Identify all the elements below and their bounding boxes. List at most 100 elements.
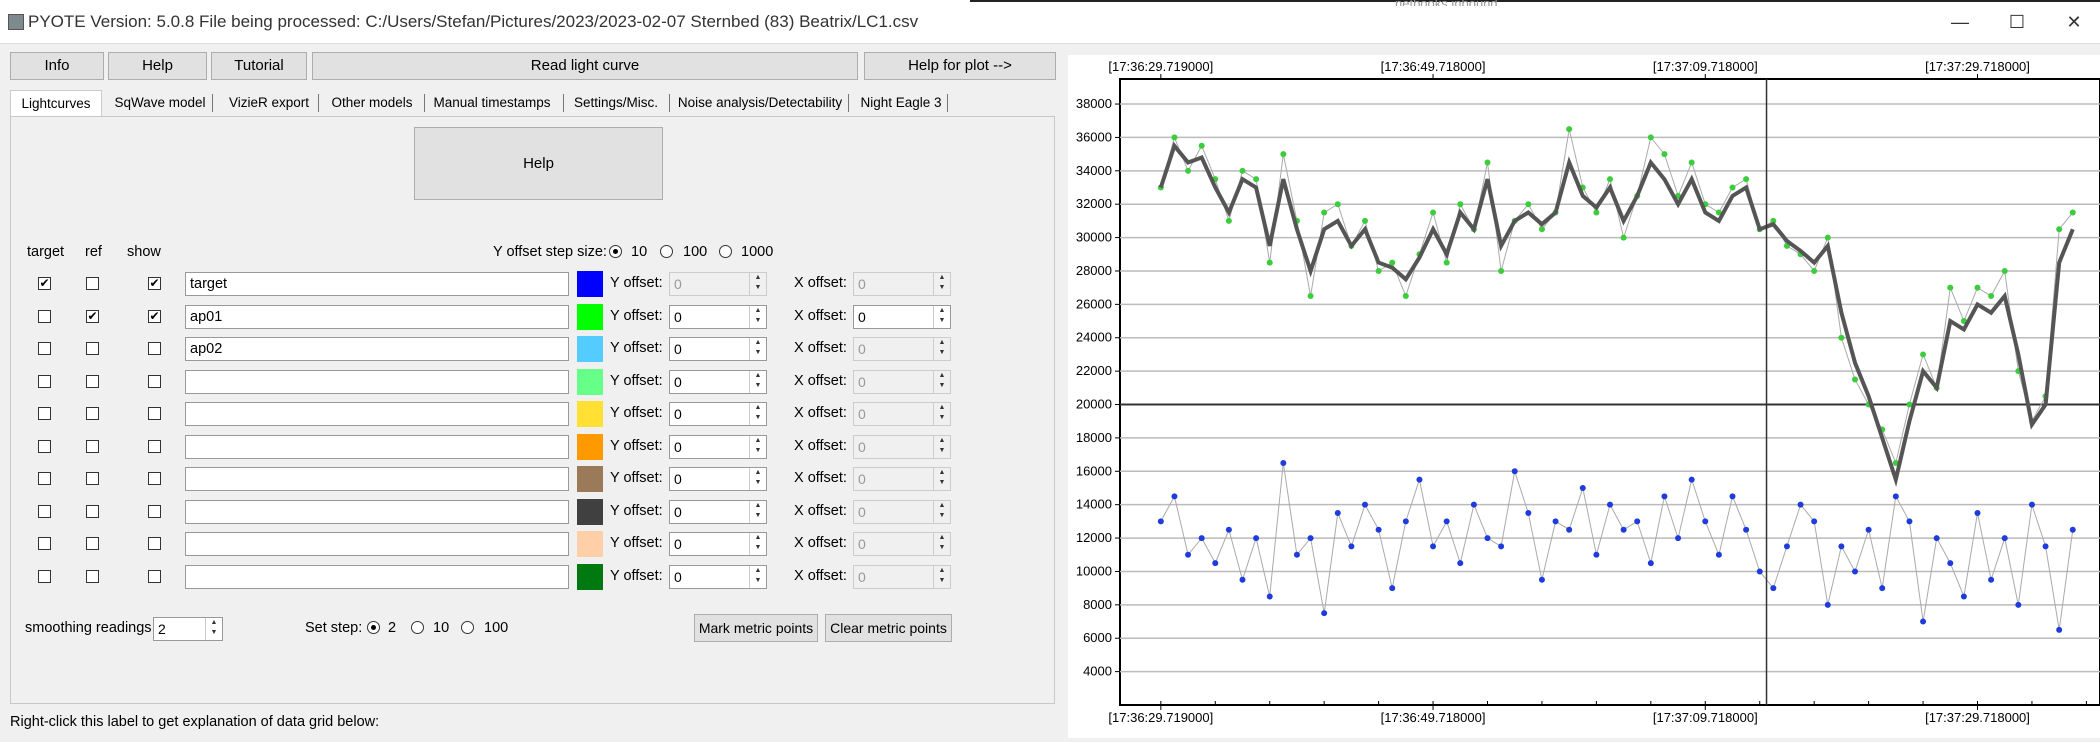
y-offset-spinbox[interactable]: 0 ▲ ▼ (669, 272, 767, 296)
spin-arrows-icon[interactable]: ▲ ▼ (933, 403, 950, 425)
y-offset-spinbox[interactable]: 0 ▲ ▼ (669, 435, 767, 459)
x-offset-spinbox[interactable]: 0 ▲ ▼ (853, 532, 951, 556)
curve-name-field[interactable] (185, 500, 569, 524)
x-offset-spinbox[interactable]: 0 ▲ ▼ (853, 305, 951, 329)
target-checkbox[interactable]: ✔ (38, 277, 51, 290)
spin-arrows-icon[interactable]: ▲ ▼ (933, 306, 950, 328)
show-checkbox[interactable]: ✔ (148, 277, 161, 290)
set-step-radio-100[interactable] (461, 621, 474, 634)
ref-checkbox[interactable] (86, 342, 99, 355)
ref-checkbox[interactable] (86, 505, 99, 518)
set-step-radio-10[interactable] (411, 621, 424, 634)
target-checkbox[interactable] (38, 505, 51, 518)
show-checkbox[interactable] (148, 570, 161, 583)
x-offset-spinbox[interactable]: 0 ▲ ▼ (853, 370, 951, 394)
target-checkbox[interactable] (38, 407, 51, 420)
spin-arrows-icon[interactable]: ▲ ▼ (933, 566, 950, 588)
spin-arrows-icon[interactable]: ▲ ▼ (749, 338, 766, 360)
read-light-curve-button[interactable]: Read light curve (312, 52, 858, 80)
target-checkbox[interactable] (38, 570, 51, 583)
spin-arrows-icon[interactable]: ▲ ▼ (749, 436, 766, 458)
close-button[interactable]: ✕ (2049, 8, 2099, 36)
spin-arrows-icon[interactable]: ▲ ▼ (749, 371, 766, 393)
curve-color-swatch[interactable] (577, 401, 603, 427)
light-curve-plot[interactable]: 4000 6000 8000 10000 12000 14000 16000 18000 200… (1068, 55, 2100, 738)
tab-sqwave-model[interactable]: SqWave model (108, 90, 212, 116)
x-offset-spinbox[interactable]: 0 ▲ ▼ (853, 467, 951, 491)
curve-name-field[interactable]: ap01 (185, 305, 569, 329)
show-checkbox[interactable] (148, 375, 161, 388)
tab-night-eagle-3[interactable]: Night Eagle 3 (856, 90, 946, 116)
show-checkbox[interactable]: ✔ (148, 310, 161, 323)
ref-checkbox[interactable] (86, 407, 99, 420)
tab-other-models[interactable]: Other models (326, 90, 418, 116)
curve-name-field[interactable] (185, 370, 569, 394)
x-offset-spinbox[interactable]: 0 ▲ ▼ (853, 500, 951, 524)
help-button[interactable]: Help (108, 52, 207, 80)
x-offset-spinbox[interactable]: 0 ▲ ▼ (853, 402, 951, 426)
ref-checkbox[interactable] (86, 277, 99, 290)
y-offset-spinbox[interactable]: 0 ▲ ▼ (669, 370, 767, 394)
spin-arrows-icon[interactable]: ▲ ▼ (205, 618, 222, 640)
show-checkbox[interactable] (148, 342, 161, 355)
curve-color-swatch[interactable] (577, 336, 603, 362)
curve-name-field[interactable] (185, 435, 569, 459)
spin-arrows-icon[interactable]: ▲ ▼ (933, 468, 950, 490)
x-offset-spinbox[interactable]: 0 ▲ ▼ (853, 435, 951, 459)
y-offset-spinbox[interactable]: 0 ▲ ▼ (669, 565, 767, 589)
ref-checkbox[interactable] (86, 570, 99, 583)
tab-lightcurves[interactable]: Lightcurves (10, 90, 102, 117)
curve-name-field[interactable] (185, 532, 569, 556)
help-for-plot-button[interactable]: Help for plot --> (864, 52, 1056, 80)
curve-color-swatch[interactable] (577, 434, 603, 460)
curve-color-swatch[interactable] (577, 531, 603, 557)
target-checkbox[interactable] (38, 440, 51, 453)
y-offset-spinbox[interactable]: 0 ▲ ▼ (669, 402, 767, 426)
ref-checkbox[interactable] (86, 375, 99, 388)
info-button[interactable]: Info (10, 52, 104, 80)
spin-arrows-icon[interactable]: ▲ ▼ (933, 371, 950, 393)
spin-arrows-icon[interactable]: ▲ ▼ (749, 306, 766, 328)
tab-noise-analysis[interactable]: Noise analysis/Detectability (676, 90, 844, 116)
data-grid-explanation-label[interactable]: Right-click this label to get explanatio… (10, 714, 379, 730)
curve-color-swatch[interactable] (577, 466, 603, 492)
curve-color-swatch[interactable] (577, 304, 603, 330)
y-offset-spinbox[interactable]: 0 ▲ ▼ (669, 500, 767, 524)
set-step-radio-2[interactable] (367, 621, 380, 634)
minimize-button[interactable]: — (1935, 8, 1985, 36)
curve-color-swatch[interactable] (577, 499, 603, 525)
curve-name-field[interactable] (185, 402, 569, 426)
target-checkbox[interactable] (38, 472, 51, 485)
curve-name-field[interactable]: ap02 (185, 337, 569, 361)
ref-checkbox[interactable] (86, 537, 99, 550)
y-step-radio-100[interactable] (660, 245, 673, 258)
x-offset-spinbox[interactable]: 0 ▲ ▼ (853, 272, 951, 296)
spin-arrows-icon[interactable]: ▲ ▼ (933, 273, 950, 295)
x-offset-spinbox[interactable]: 0 ▲ ▼ (853, 337, 951, 361)
panel-help-button[interactable]: Help (414, 127, 663, 200)
x-offset-spinbox[interactable]: 0 ▲ ▼ (853, 565, 951, 589)
curve-color-swatch[interactable] (577, 369, 603, 395)
ref-checkbox[interactable] (86, 440, 99, 453)
spin-arrows-icon[interactable]: ▲ ▼ (933, 338, 950, 360)
show-checkbox[interactable] (148, 537, 161, 550)
curve-name-field[interactable] (185, 467, 569, 491)
spin-arrows-icon[interactable]: ▲ ▼ (749, 501, 766, 523)
curve-name-field[interactable]: target (185, 272, 569, 296)
target-checkbox[interactable] (38, 537, 51, 550)
spin-arrows-icon[interactable]: ▲ ▼ (749, 273, 766, 295)
ref-checkbox[interactable] (86, 472, 99, 485)
mark-metric-points-button[interactable]: Mark metric points (694, 614, 818, 642)
tutorial-button[interactable]: Tutorial (211, 52, 307, 80)
y-step-radio-1000[interactable] (719, 245, 732, 258)
show-checkbox[interactable] (148, 472, 161, 485)
target-checkbox[interactable] (38, 310, 51, 323)
show-checkbox[interactable] (148, 505, 161, 518)
target-checkbox[interactable] (38, 375, 51, 388)
target-checkbox[interactable] (38, 342, 51, 355)
tab-settings-misc[interactable]: Settings/Misc. (570, 90, 662, 116)
ref-checkbox[interactable]: ✔ (86, 310, 99, 323)
y-offset-spinbox[interactable]: 0 ▲ ▼ (669, 532, 767, 556)
spin-arrows-icon[interactable]: ▲ ▼ (933, 501, 950, 523)
spin-arrows-icon[interactable]: ▲ ▼ (749, 403, 766, 425)
